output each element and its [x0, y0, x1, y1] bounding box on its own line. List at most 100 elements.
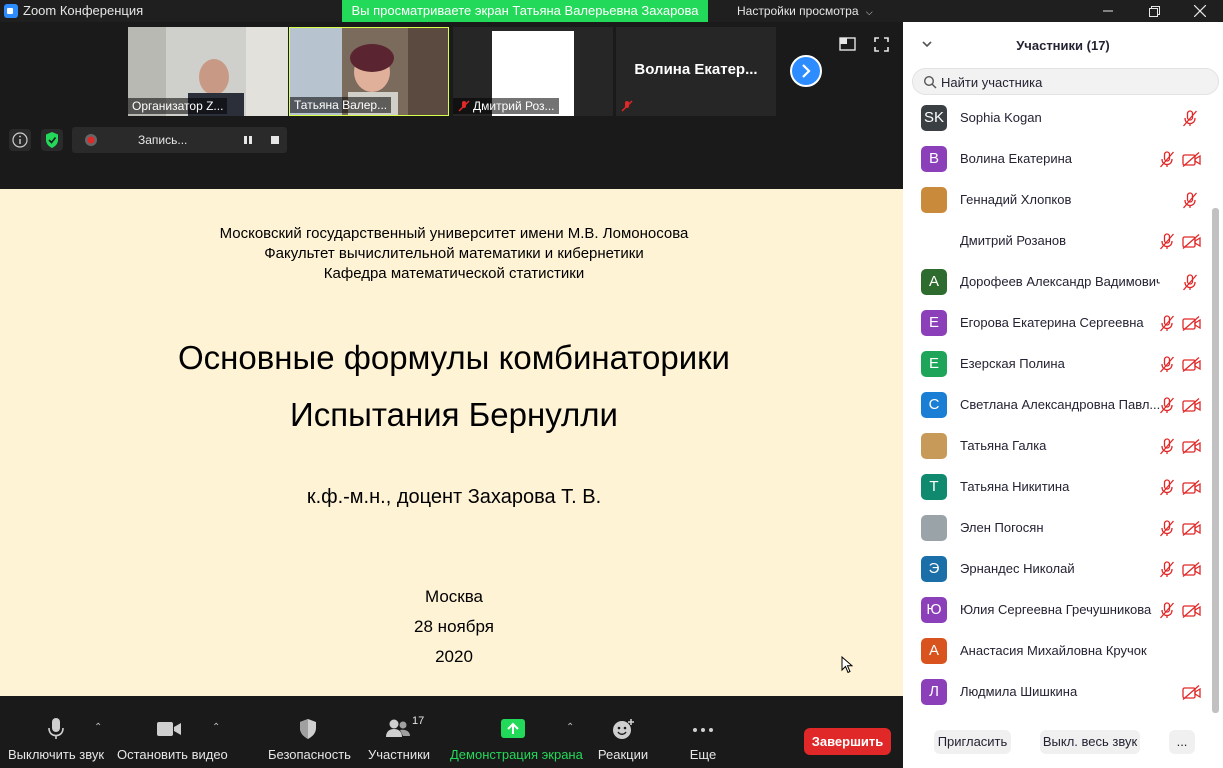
- video-off-icon: [1182, 562, 1201, 577]
- mic-muted-icon: [1159, 233, 1175, 250]
- participant-row[interactable]: Т Татьяна Никитина: [903, 467, 1211, 508]
- meeting-info-button[interactable]: [9, 129, 31, 151]
- info-icon: [12, 132, 28, 148]
- participant-row[interactable]: Ю Юлия Сергеевна Гречушникова: [903, 590, 1211, 631]
- mic-muted-icon: [1182, 274, 1198, 291]
- recording-icon: [85, 134, 97, 146]
- title-bar: Zoom Конференция Вы просматриваете экран…: [0, 0, 1223, 22]
- scrollbar[interactable]: [1212, 208, 1219, 713]
- participant-row[interactable]: А Анастасия Михайловна Кручок: [903, 631, 1211, 672]
- participant-name: Анастасия Михайловна Кручок: [960, 643, 1147, 658]
- view-settings-button[interactable]: Настройки просмотра ⌵: [708, 0, 881, 22]
- mute-button[interactable]: Выключить звук: [8, 718, 104, 764]
- video-tile-speaker[interactable]: Татьяна Валер...: [289, 27, 449, 116]
- layout-toggle-icon[interactable]: [839, 37, 856, 51]
- avatar: Л: [921, 679, 947, 705]
- video-off-icon: [1182, 152, 1201, 167]
- slide-date: 28 ноября: [414, 617, 494, 636]
- search-input[interactable]: [941, 73, 1211, 91]
- encryption-button[interactable]: [41, 129, 63, 151]
- video-camera-icon: [157, 722, 181, 736]
- participant-name: Эрнандес Николай: [960, 561, 1075, 576]
- video-off-icon: [1182, 521, 1201, 536]
- avatar: [921, 228, 947, 254]
- pause-recording-icon[interactable]: [243, 135, 253, 145]
- mic-muted-icon: [1159, 438, 1175, 455]
- panel-more-button[interactable]: ...: [1169, 730, 1195, 754]
- participant-row[interactable]: Л Людмила Шишкина: [903, 672, 1211, 713]
- participant-row[interactable]: Татьяна Галка: [903, 426, 1211, 467]
- mic-muted-icon: [458, 100, 470, 112]
- share-screen-button[interactable]: Демонстрация экрана: [450, 718, 583, 764]
- participants-icon: [386, 719, 410, 737]
- slide-title: Основные формулы комбинаторики: [178, 339, 730, 376]
- mic-muted-icon: [1159, 397, 1175, 414]
- mouse-cursor-icon: [841, 656, 853, 674]
- participant-row[interactable]: Геннадий Хлопков: [903, 180, 1211, 221]
- chevron-up-icon[interactable]: ⌃: [94, 722, 102, 733]
- restore-button[interactable]: [1131, 0, 1177, 22]
- participant-row[interactable]: Е Егорова Екатерина Сергеевна: [903, 303, 1211, 344]
- microphone-icon: [48, 718, 64, 739]
- share-screen-icon: [501, 719, 525, 738]
- participant-row[interactable]: Е Езерская Полина: [903, 344, 1211, 385]
- participant-name: Светлана Александровна Павл...: [960, 397, 1160, 412]
- participant-name: Дмитрий Розанов: [960, 233, 1067, 248]
- video-off-icon: [1182, 357, 1201, 372]
- mute-label: Выключить звук: [8, 747, 105, 762]
- end-meeting-button[interactable]: Завершить: [804, 728, 891, 755]
- participant-row[interactable]: Дмитрий Розанов: [903, 221, 1211, 262]
- avatar: [921, 433, 947, 459]
- mic-muted-icon: [1182, 110, 1198, 127]
- avatar: Е: [921, 351, 947, 377]
- participants-count-badge: 17: [412, 715, 425, 727]
- minimize-button[interactable]: [1085, 0, 1131, 22]
- participant-row[interactable]: Э Эрнандес Николай: [903, 549, 1211, 590]
- participant-row[interactable]: Элен Погосян: [903, 508, 1211, 549]
- invite-button[interactable]: Пригласить: [934, 730, 1011, 754]
- slide-department: Кафедра математической статистики: [323, 265, 585, 282]
- participant-name: Езерская Полина: [960, 356, 1065, 371]
- mic-muted-icon: [1159, 520, 1175, 537]
- zoom-logo-icon: [4, 4, 18, 18]
- next-page-button[interactable]: [790, 55, 822, 87]
- meeting-toolbar: Выключить звук ⌃ Остановить видео ⌃ Безо…: [0, 696, 903, 768]
- minimize-icon: [1103, 10, 1113, 12]
- video-tile-volina[interactable]: Волина Екатер...: [616, 27, 776, 116]
- avatar: [921, 515, 947, 541]
- chevron-up-icon[interactable]: ⌃: [212, 722, 220, 733]
- participant-row[interactable]: В Волина Екатерина: [903, 139, 1211, 180]
- close-button[interactable]: [1177, 0, 1223, 22]
- participant-row[interactable]: С Светлана Александровна Павл...: [903, 385, 1211, 426]
- slide-year: 2020: [435, 647, 473, 666]
- shield-icon: [46, 132, 58, 148]
- fullscreen-icon[interactable]: [874, 37, 889, 52]
- mic-muted-icon: [1159, 315, 1175, 332]
- mic-muted-icon: [1159, 479, 1175, 496]
- participant-name: Людмила Шишкина: [960, 684, 1078, 699]
- participant-row[interactable]: SK Sophia Kogan: [903, 98, 1211, 139]
- video-off-icon: [1182, 480, 1201, 495]
- video-tile-dmitry[interactable]: Дмитрий Роз...: [453, 27, 613, 116]
- shared-screen: Московский государственный университет и…: [0, 189, 903, 696]
- chevron-up-icon[interactable]: ⌃: [566, 722, 574, 733]
- avatar: Е: [921, 310, 947, 336]
- slide-city: Москва: [424, 587, 484, 606]
- participant-name: Элен Погосян: [960, 520, 1044, 535]
- participant-name: Егорова Екатерина Сергеевна: [960, 315, 1144, 330]
- chevron-right-icon: [802, 64, 811, 78]
- stop-recording-icon[interactable]: [270, 135, 280, 145]
- slide-faculty: Факультет вычислительной математики и ки…: [264, 245, 644, 262]
- volina-name-label: Волина Екатер...: [634, 61, 758, 78]
- mute-all-button[interactable]: Выкл. весь звук: [1040, 730, 1140, 754]
- participant-row[interactable]: А Дорофеев Александр Вадимович: [903, 262, 1211, 303]
- search-box[interactable]: [912, 68, 1219, 95]
- avatar: А: [921, 638, 947, 664]
- stop-video-button[interactable]: Остановить видео: [117, 718, 228, 764]
- video-tile-host[interactable]: Организатор Z...: [128, 27, 288, 116]
- security-button[interactable]: Безопасность: [268, 718, 351, 764]
- participants-button[interactable]: 17 Участники: [365, 715, 433, 764]
- reactions-button[interactable]: Реакции: [596, 718, 650, 764]
- more-button[interactable]: Еще: [682, 718, 724, 764]
- avatar: Т: [921, 474, 947, 500]
